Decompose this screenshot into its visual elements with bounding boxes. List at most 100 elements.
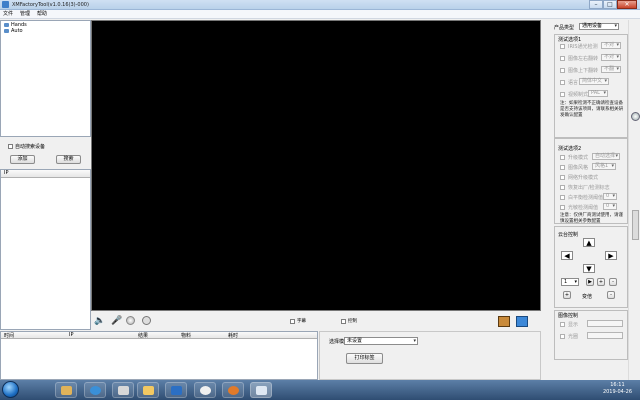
col-duration[interactable]: 耗时 [228,332,238,339]
taskbar-explorer[interactable] [137,382,159,398]
section1-title: 测试选项1 [558,37,582,43]
checkbox-box [341,318,346,324]
arrow-left-icon: ◀ [564,251,570,260]
taskbar-tool[interactable] [112,382,134,398]
iris-field[interactable] [587,332,623,339]
add-button[interactable]: 添加 [10,155,35,164]
opt-language-select[interactable]: 简体中文 [579,78,609,85]
opt-iris[interactable]: IRIS通光检测 [560,43,598,50]
multi-view-icon[interactable] [516,316,528,327]
opt-wb-threshold-select[interactable]: 0 [603,193,617,200]
opt-flip-lr-select[interactable]: 不对 [601,54,621,61]
start-button[interactable] [2,381,19,398]
subtitle-checkbox[interactable]: 字幕 [290,318,306,324]
arrow-right-icon: ▶ [608,251,614,260]
opt-language[interactable]: 语言 [560,79,578,86]
folder-icon [4,23,9,27]
results-table[interactable]: 时间 IP 结果 物料 耗时 [0,331,318,380]
opt-video-std[interactable]: 视频制式 [560,91,588,98]
print-area: 选择模板 未设置 ▾ 打印标签 [319,331,541,380]
explorer-icon [143,386,154,395]
ptz-minus-button[interactable]: - [609,278,617,286]
camera-icon [256,386,267,395]
taskbar-app[interactable] [222,382,244,398]
opt-iris-select[interactable]: 不对 [601,42,621,49]
compass-icon[interactable] [631,112,640,121]
play-icon: ▶ [588,279,592,285]
zoom-plus-button[interactable]: + [563,291,571,299]
col-result[interactable]: 结果 [138,332,148,339]
record-icon[interactable] [142,316,151,325]
zoom-minus-button[interactable]: - [607,291,615,299]
section1-note: 注：如果检测不正确请检查设备是否支持该项目，请联系相关研发确认配置 [560,101,623,118]
taskbar-folder[interactable] [55,382,77,398]
capture-icon[interactable] [126,316,135,325]
col-material[interactable]: 物料 [181,332,191,339]
zoom-label: 变倍 [582,294,593,300]
opt-net-upgrade[interactable]: 网络升级模式 [560,174,598,181]
settings-panel: 产品类型 通用设备 ▾ 测试选项1 IRIS通光检测 不对 图像左右翻转 不对 … [542,20,628,380]
ptz-up-button[interactable]: ▲ [583,238,595,247]
ptz-left-button[interactable]: ◀ [561,251,573,260]
taskbar-factory-tool[interactable] [250,382,272,398]
tree-item-auto[interactable]: Auto [4,28,23,34]
system-clock[interactable]: 16:11 2019-04-26 [603,382,632,396]
test-options-1: 测试选项1 IRIS通光检测 不对 图像左右翻转 不对 图像上下翻转 不翻 语言… [554,34,628,138]
minimize-button[interactable]: – [589,0,603,9]
window-title: XMFactoryTool(v1.0.16(3)-000) [12,2,89,8]
opt-display[interactable]: 显示 [560,321,578,328]
opt-flip-lr[interactable]: 图像左右翻转 [560,55,598,62]
opt-light-threshold[interactable]: 光敏检测阈值 [560,204,598,211]
folder-icon [61,386,72,395]
menu-manage[interactable]: 管理 [20,10,30,18]
folder-icon [4,29,9,33]
opt-flip-ud-select[interactable]: 不翻 [601,66,621,73]
col-ip[interactable]: IP [69,332,74,338]
menu-help[interactable]: 帮助 [37,10,47,18]
maximize-button[interactable]: □ [603,0,617,9]
search-button[interactable]: 搜索 [56,155,81,164]
col-time[interactable]: 时间 [4,332,14,339]
product-type-select[interactable]: 通用设备 ▾ [579,23,619,30]
chevron-down-icon: ▾ [614,23,617,29]
arrow-down-icon: ▼ [586,264,592,273]
results-table-header: 时间 IP 结果 物料 耗时 [1,332,317,339]
ptz-plus-button[interactable]: + [597,278,605,286]
ptz-speed-select[interactable]: 1 ▾ [561,278,579,286]
taskbar-word[interactable] [165,382,187,398]
opt-style[interactable]: 图像风格 [560,164,588,171]
print-label-button[interactable]: 打印标签 [346,353,383,364]
chat-icon [200,386,211,395]
opt-flip-ud[interactable]: 图像上下翻转 [560,67,598,74]
taskbar-browser[interactable] [84,382,106,398]
device-tree[interactable]: Hands Auto [0,20,91,137]
ptz-right-button[interactable]: ▶ [605,251,617,260]
test-options-2: 测试选项2 升级模式 自动选择 图像风格 风格1 网络升级模式 恢复出厂/检测标… [554,138,628,224]
opt-style-select[interactable]: 风格1 [592,163,616,170]
opt-upgrade-select[interactable]: 自动选择 [592,153,620,160]
opt-video-std-select[interactable]: PAL [588,90,608,97]
speaker-icon[interactable]: 🔈 [94,317,106,326]
template-select[interactable]: 未设置 ▾ [344,337,418,345]
ptz-play-button[interactable]: ▶ [586,278,594,286]
control-checkbox[interactable]: 控制 [341,318,357,324]
opt-factory-reset[interactable]: 恢复出厂/检测标志 [560,184,610,191]
app-icon [2,1,9,8]
menu-file[interactable]: 文件 [3,10,13,18]
scrollbar-thumb[interactable] [632,210,639,240]
auto-search-checkbox[interactable]: 自动搜索设备 [8,143,45,150]
taskbar-chat[interactable] [194,382,216,398]
opt-iris-ctrl[interactable]: 光圈 [560,333,578,340]
opt-upgrade[interactable]: 升级模式 [560,154,588,161]
display-field[interactable] [587,320,623,327]
opt-wb-threshold[interactable]: 白平衡检测阈值 [560,194,603,201]
single-view-icon[interactable] [498,316,510,327]
ptz-down-button[interactable]: ▼ [583,264,595,273]
device-list[interactable]: IP [0,169,91,330]
video-preview[interactable] [91,20,541,311]
close-button[interactable]: ✕ [617,0,637,9]
opt-light-threshold-select[interactable]: 0 [603,203,617,210]
taskbar: 16:11 2019-04-26 [0,380,640,400]
device-list-header-ip[interactable]: IP [1,170,90,178]
microphone-icon[interactable]: 🎤 [111,316,122,327]
